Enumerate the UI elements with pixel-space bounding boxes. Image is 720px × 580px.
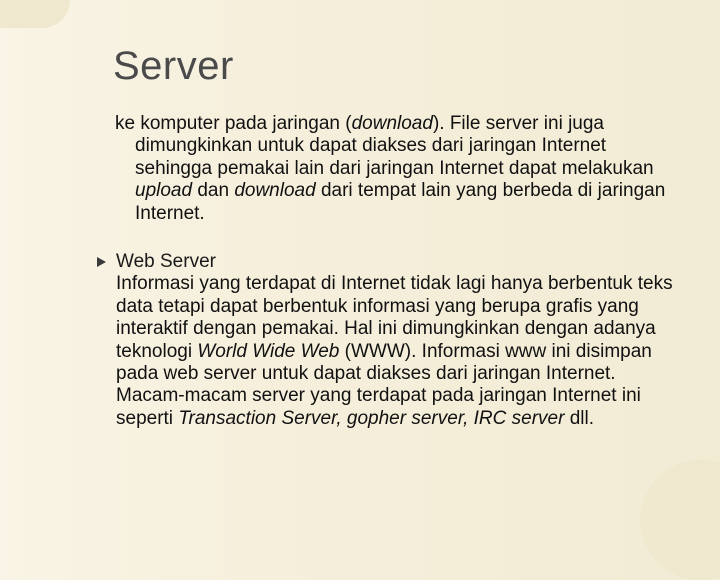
- bullet-arrow-icon: [97, 257, 106, 267]
- text-italic-upload: upload: [135, 180, 192, 201]
- text-italic-download: download: [352, 113, 433, 134]
- paragraph-fileserver: ke komputer pada jaringan (download). Fi…: [115, 113, 680, 225]
- text-run: dan: [192, 180, 234, 201]
- slide-title: Server: [113, 44, 680, 89]
- text-run: dll.: [564, 408, 594, 429]
- text-italic-www: World Wide Web: [197, 341, 339, 362]
- text-run: ke komputer pada jaringan (: [115, 113, 352, 134]
- subheading-webserver: Web Server: [116, 251, 680, 273]
- bullet-content: Web Server Informasi yang terdapat di In…: [116, 251, 680, 430]
- slide-content: Server ke komputer pada jaringan (downlo…: [0, 0, 720, 540]
- paragraph-webserver: Informasi yang terdapat di Internet tida…: [116, 273, 680, 430]
- bullet-webserver: Web Server Informasi yang terdapat di In…: [115, 251, 680, 430]
- text-italic-serverlist: Transaction Server, gopher server, IRC s…: [178, 408, 564, 429]
- text-italic-download: download: [234, 180, 315, 201]
